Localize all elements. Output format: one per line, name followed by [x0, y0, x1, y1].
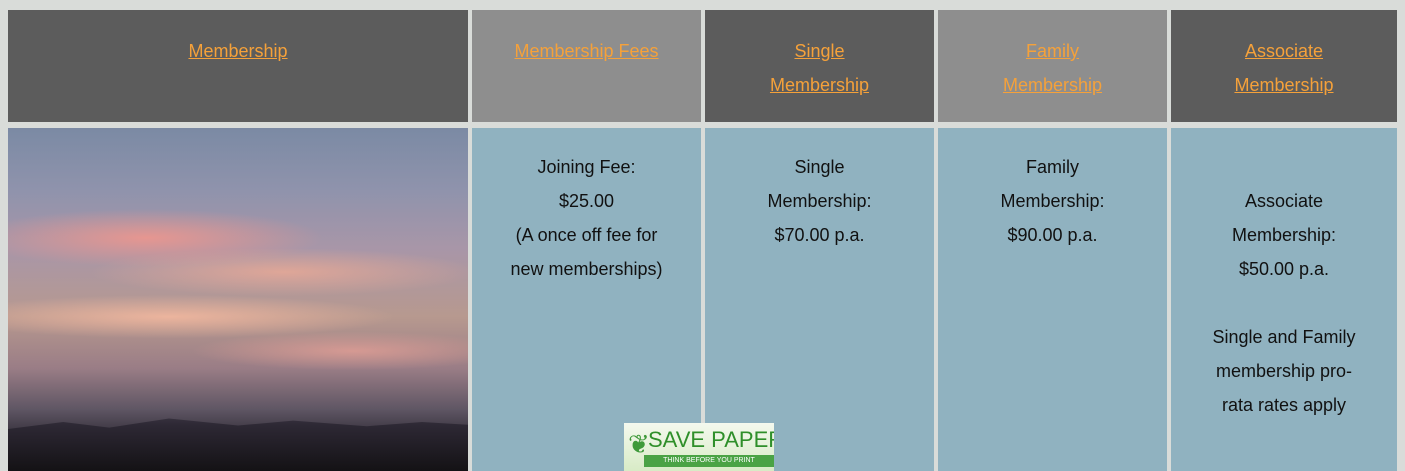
- joining-fee-label: Joining Fee:: [537, 157, 636, 177]
- single-membership-cell: Single Membership: $70.00 p.a.: [705, 128, 934, 471]
- single-membership-link[interactable]: Single Membership: [705, 34, 934, 102]
- joining-fee-cell: Joining Fee: $25.00 (A once off fee for …: [472, 128, 701, 471]
- membership-fees-link[interactable]: Membership Fees: [514, 41, 658, 61]
- joining-fee-amount: $25.00: [558, 191, 615, 211]
- single-link-line1: Single: [794, 41, 845, 61]
- associate-membership-link[interactable]: Associate Membership: [1171, 34, 1397, 102]
- associate-membership-cell: Associate Membership: $50.00 p.a. Single…: [1171, 128, 1397, 471]
- sunset-image: [8, 128, 468, 471]
- header-family-cell: Family Membership: [938, 10, 1167, 122]
- associate-link-line2: Membership: [1234, 75, 1334, 95]
- save-paper-badge: ❦ SAVE PAPER THINK BEFORE YOU PRINT: [624, 423, 774, 471]
- membership-link[interactable]: Membership: [188, 41, 287, 61]
- header-membership-cell: Membership: [8, 10, 468, 122]
- associate-price: $50.00 p.a.: [1238, 259, 1330, 279]
- family-membership-link[interactable]: Family Membership: [938, 34, 1167, 102]
- family-label-2: Membership:: [1000, 191, 1105, 211]
- prorata-line-2: membership pro-: [1215, 361, 1353, 381]
- associate-link-line1: Associate: [1244, 41, 1324, 61]
- family-link-line1: Family: [1026, 41, 1079, 61]
- prorata-line-1: Single and Family: [1212, 327, 1356, 347]
- single-price: $70.00 p.a.: [774, 225, 865, 245]
- associate-label-1: Associate: [1244, 191, 1324, 211]
- family-link-line2: Membership: [1002, 75, 1103, 95]
- single-label-2: Membership:: [767, 191, 872, 211]
- family-label-1: Family: [1026, 157, 1079, 177]
- header-fees-cell: Membership Fees: [472, 10, 701, 122]
- single-label-1: Single: [794, 157, 845, 177]
- header-single-cell: Single Membership: [705, 10, 934, 122]
- joining-fee-note-2: new memberships): [510, 259, 663, 279]
- associate-label-2: Membership:: [1231, 225, 1337, 245]
- header-associate-cell: Associate Membership: [1171, 10, 1397, 122]
- family-membership-cell: Family Membership: $90.00 p.a.: [938, 128, 1167, 471]
- single-link-line2: Membership: [769, 75, 870, 95]
- save-paper-title: SAVE PAPER: [648, 427, 774, 452]
- family-price: $90.00 p.a.: [1007, 225, 1098, 245]
- hills-silhouette: [8, 418, 468, 471]
- joining-fee-note-1: (A once off fee for: [515, 225, 658, 245]
- prorata-line-3: rata rates apply: [1221, 395, 1347, 415]
- save-paper-subtitle: THINK BEFORE YOU PRINT: [644, 455, 774, 467]
